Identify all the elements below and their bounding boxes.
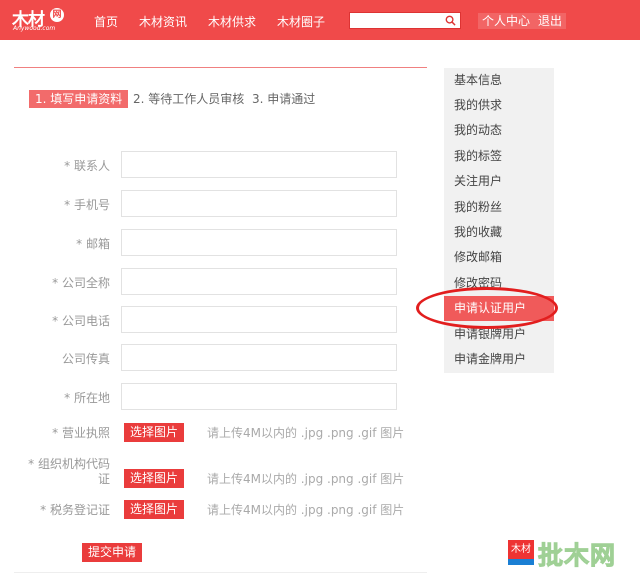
account-sidebar: 基本信息 我的供求 我的动态 我的标签 关注用户 我的粉丝 我的收藏 修改邮箱 …	[444, 68, 554, 373]
company-phone-label: * 公司电话	[52, 314, 110, 328]
nav-home[interactable]: 首页	[94, 13, 118, 30]
tax-registration-label: * 税务登记证	[40, 503, 110, 517]
business-license-label: * 营业执照	[52, 426, 110, 440]
watermark-text: 批木网	[537, 541, 617, 571]
site-logo[interactable]: 木材 网 Anywood.com	[12, 5, 70, 35]
sidebar-item-change-password[interactable]: 修改密码	[444, 271, 554, 296]
sidebar-item-my-fans[interactable]: 我的粉丝	[444, 195, 554, 220]
sidebar-item-apply-silver[interactable]: 申请银牌用户	[444, 322, 554, 347]
sidebar-item-my-favorites[interactable]: 我的收藏	[444, 220, 554, 245]
sidebar-item-my-supply[interactable]: 我的供求	[444, 93, 554, 118]
company-fax-input[interactable]	[121, 344, 397, 371]
nav-wood-supply[interactable]: 木材供求	[208, 13, 256, 30]
step-fill-application: 1. 填写申请资料	[29, 90, 129, 108]
mobile-input[interactable]	[121, 190, 397, 217]
tax-registration-upload-hint: 请上传4M以内的 .jpg .png .gif 图片	[207, 503, 405, 517]
search-icon[interactable]	[445, 15, 456, 26]
sidebar-item-my-activity[interactable]: 我的动态	[444, 118, 554, 143]
sidebar-item-change-email[interactable]: 修改邮箱	[444, 245, 554, 270]
logo-subtitle: Anywood.com	[13, 25, 56, 32]
mobile-label: * 手机号	[64, 198, 110, 212]
tax-registration-upload-button[interactable]: 选择图片	[124, 500, 185, 519]
sidebar-item-basic-info[interactable]: 基本信息	[444, 68, 554, 93]
company-name-label: * 公司全称	[52, 276, 110, 290]
company-fax-label: 公司传真	[61, 352, 110, 366]
form-top-divider	[14, 67, 427, 68]
step-approved: 3. 申请通过	[252, 92, 316, 106]
email-label: * 邮箱	[76, 237, 110, 251]
sidebar-item-apply-certified[interactable]: 申请认证用户	[444, 296, 554, 321]
contact-label: * 联系人	[64, 159, 110, 173]
nav-wood-circle[interactable]: 木材圈子	[277, 13, 325, 30]
submit-application-button[interactable]: 提交申请	[82, 543, 143, 562]
org-code-upload-button[interactable]: 选择图片	[124, 469, 185, 488]
location-input[interactable]	[121, 383, 397, 410]
logo-badge: 网	[50, 8, 64, 22]
sidebar-item-followed-users[interactable]: 关注用户	[444, 169, 554, 194]
org-code-upload-hint: 请上传4M以内的 .jpg .png .gif 图片	[207, 472, 405, 486]
company-name-input[interactable]	[121, 268, 397, 295]
org-code-label-cont: 证	[97, 472, 110, 486]
company-phone-input[interactable]	[121, 306, 397, 333]
business-license-upload-hint: 请上传4M以内的 .jpg .png .gif 图片	[207, 426, 405, 440]
location-label: * 所在地	[64, 391, 110, 405]
user-center-button[interactable]: 个人中心	[478, 13, 535, 29]
business-license-upload-button[interactable]: 选择图片	[124, 423, 185, 442]
top-navigation-bar: 木材 网 Anywood.com 首页 木材资讯 木材供求 木材圈子 个人中心 …	[0, 0, 640, 40]
sidebar-item-apply-gold[interactable]: 申请金牌用户	[444, 347, 554, 372]
contact-input[interactable]	[121, 151, 397, 178]
email-input[interactable]	[121, 229, 397, 256]
sidebar-item-my-tags[interactable]: 我的标签	[444, 144, 554, 169]
watermark-badge-strip	[508, 559, 534, 565]
search-box	[349, 12, 461, 29]
step-wait-review: 2. 等待工作人员审核	[133, 92, 245, 106]
nav-wood-news[interactable]: 木材资讯	[139, 13, 187, 30]
logout-button[interactable]: 退出	[534, 13, 567, 29]
form-bottom-divider	[14, 572, 427, 573]
search-input[interactable]	[350, 13, 444, 28]
